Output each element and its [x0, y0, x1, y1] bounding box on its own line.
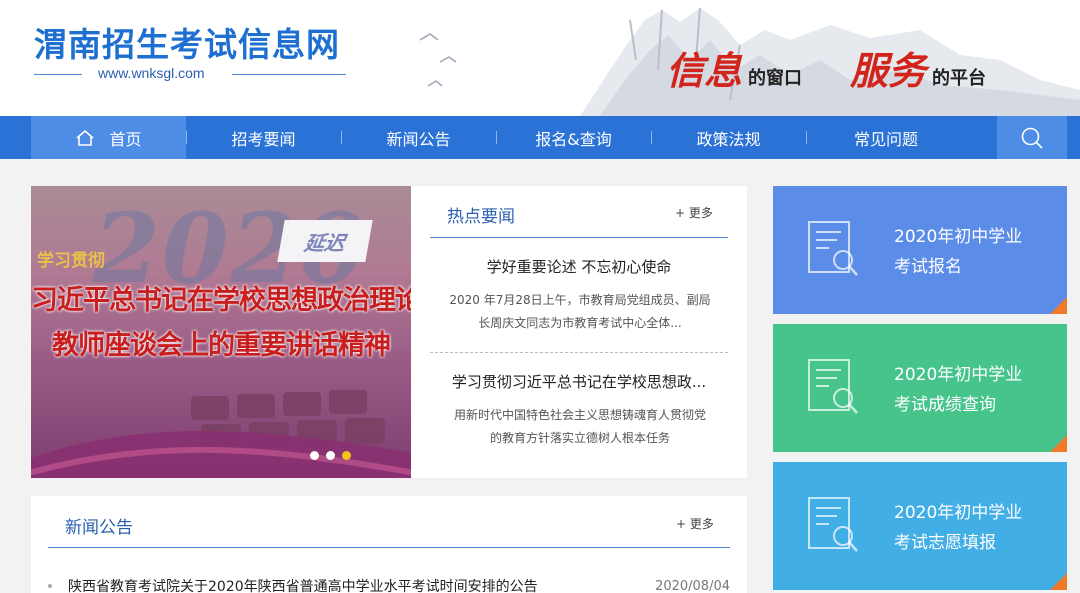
nav-item-label: 招考要闻 — [231, 129, 296, 149]
notice-date: 2020/08/04 — [655, 578, 730, 593]
card-label-line: 考试志愿填报 — [894, 533, 996, 553]
hot-news-summary-1: 2020 年7月28日上午，市教育局党组成员、副局 长周庆文同志为市教育考试中心… — [435, 289, 725, 335]
banner-carousel[interactable]: 2020 延迟 学习贯彻 习近平总书记在学校思想政治理论课 教师座谈会上的重要讲… — [31, 186, 411, 478]
nav-item-admission-news[interactable]: 招考要闻 — [186, 116, 341, 159]
document-search-icon — [808, 221, 858, 276]
card-score-query[interactable]: 2020年初中学业 考试成绩查询 — [773, 324, 1067, 452]
home-icon — [76, 129, 95, 146]
banner-headline-2: 教师座谈会上的重要讲话精神 — [52, 330, 391, 361]
hot-news-divider — [430, 237, 728, 238]
card-exam-registration[interactable]: 2020年初中学业 考试报名 — [773, 186, 1067, 314]
site-title[interactable]: 渭南招生考试信息网 — [34, 18, 340, 66]
nav-item-news-notices[interactable]: 新闻公告 — [341, 116, 496, 159]
nav-item-label: 报名&查询 — [535, 129, 612, 149]
card-label-line: 考试成绩查询 — [894, 395, 996, 415]
card-label-line: 考试报名 — [894, 257, 962, 277]
notices-divider — [48, 547, 730, 548]
hot-news-panel: 热点要闻 + 更多 学好重要论述 不忘初心使命 2020 年7月28日上午，市教… — [411, 186, 747, 478]
nav-item-policies[interactable]: 政策法规 — [651, 116, 806, 159]
logo-divider-left — [34, 74, 82, 75]
document-search-icon — [808, 497, 858, 552]
slogan-small-2: 的平台 — [932, 68, 987, 89]
banner-swoosh-decoration — [31, 431, 411, 478]
hot-news-headline-2[interactable]: 学习贯彻习近平总书记在学校思想政... — [430, 371, 728, 392]
banner-tag-text: 延迟 — [302, 230, 347, 255]
banner-tag: 延迟 — [277, 220, 373, 262]
summary-line: 的教育方针落实立德树人根本任务 — [489, 431, 670, 445]
news-notices-panel: 新闻公告 + 更多 陕西省教育考试院关于2020年陕西省普通高中学业水平考试时间… — [31, 496, 747, 593]
hot-news-summary-2: 用新时代中国特色社会主义思想铸魂育人贯彻党 的教育方针落实立德树人根本任务 — [435, 404, 725, 450]
card-label-line: 2020年初中学业 — [894, 365, 1023, 385]
banner-headline-1: 习近平总书记在学校思想政治理论课 — [31, 285, 411, 316]
slogan-small-1: 的窗口 — [748, 68, 803, 89]
bullet-icon — [48, 584, 52, 588]
card-corner-accent — [1050, 297, 1067, 314]
card-label-line: 2020年初中学业 — [894, 503, 1023, 523]
logo-divider-right — [232, 74, 346, 75]
card-label: 2020年初中学业 考试成绩查询 — [894, 360, 1022, 420]
search-button[interactable] — [997, 116, 1067, 159]
site-url: www.wnksgl.com — [98, 65, 205, 81]
hot-news-dashed-divider — [430, 352, 728, 353]
notices-title: 新闻公告 — [65, 518, 133, 538]
hot-news-more-link[interactable]: + 更多 — [675, 204, 713, 221]
hot-news-title: 热点要闻 — [447, 207, 515, 227]
slogan-big-1: 信息 — [666, 48, 743, 93]
summary-line: 用新时代中国特色社会主义思想铸魂育人贯彻党 — [453, 408, 706, 422]
notice-title[interactable]: 陕西省教育考试院关于2020年陕西省普通高中学业水平考试时间安排的公告 — [68, 576, 645, 593]
card-corner-accent — [1050, 435, 1067, 452]
notices-more-link[interactable]: + 更多 — [676, 515, 714, 532]
banner-kicker: 学习贯彻 — [37, 251, 105, 271]
main-nav: 首页 招考要闻 新闻公告 报名&查询 政策法规 常见问题 — [0, 116, 1080, 159]
card-corner-accent — [1050, 573, 1067, 590]
card-label-line: 2020年初中学业 — [894, 227, 1023, 247]
hot-news-headline-1[interactable]: 学好重要论述 不忘初心使命 — [430, 256, 728, 277]
nav-item-register-query[interactable]: 报名&查询 — [496, 116, 651, 159]
document-search-icon — [808, 359, 858, 414]
site-header: 渭南招生考试信息网 www.wnksgl.com 信息 的窗口 服务 的平台 — [0, 0, 1080, 116]
carousel-dot-3[interactable] — [342, 451, 351, 460]
card-application-filling[interactable]: 2020年初中学业 考试志愿填报 — [773, 462, 1067, 590]
nav-item-label: 常见问题 — [853, 129, 918, 149]
summary-line: 2020 年7月28日上午，市教育局党组成员、副局 — [449, 293, 711, 307]
carousel-dot-2[interactable] — [326, 451, 335, 460]
card-label: 2020年初中学业 考试报名 — [894, 222, 1022, 282]
card-label: 2020年初中学业 考试志愿填报 — [894, 498, 1022, 558]
list-item[interactable]: 陕西省教育考试院关于2020年陕西省普通高中学业水平考试时间安排的公告 2020… — [48, 576, 730, 593]
summary-line: 长周庆文同志为市教育考试中心全体... — [478, 316, 682, 330]
carousel-dot-1[interactable] — [310, 451, 319, 460]
nav-item-faq[interactable]: 常见问题 — [806, 116, 966, 159]
carousel-indicators — [310, 451, 351, 460]
nav-item-label: 首页 — [109, 129, 142, 149]
search-icon — [1021, 127, 1043, 149]
slogan-big-2: 服务 — [850, 48, 927, 93]
nav-item-label: 政策法规 — [696, 129, 761, 149]
nav-item-home[interactable]: 首页 — [31, 116, 186, 159]
slogan-service: 服务 的平台 — [850, 40, 986, 95]
slogan-information: 信息 的窗口 — [666, 40, 802, 95]
nav-item-label: 新闻公告 — [386, 129, 451, 149]
